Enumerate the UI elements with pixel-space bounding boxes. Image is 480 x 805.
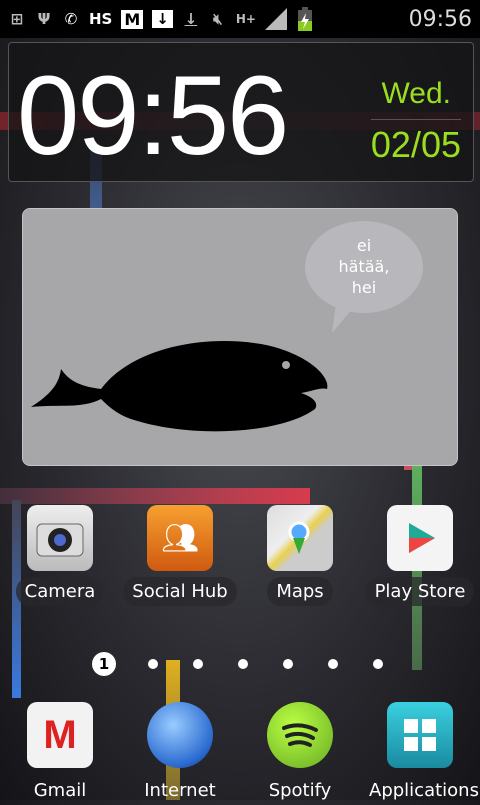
maps-icon <box>267 505 333 571</box>
clock-day: Wed. <box>381 77 451 110</box>
speech-bubble: ei hätää, hei <box>305 221 423 313</box>
mute-icon: 🔇︎ <box>213 10 223 28</box>
clock-time: 09:56 <box>17 53 289 178</box>
page-dot[interactable] <box>328 659 338 669</box>
usb-icon: Ψ <box>37 10 51 28</box>
dock-label: Gmail <box>33 780 87 801</box>
dock-internet[interactable]: Internet <box>120 702 240 805</box>
app-label: Camera <box>15 577 105 606</box>
app-label: Play Store <box>365 577 475 606</box>
page-dot[interactable] <box>193 659 203 669</box>
app-label: Maps <box>267 577 333 606</box>
dock-spotify[interactable]: Spotify <box>240 702 360 805</box>
hs-icon: HS <box>89 10 113 28</box>
page-indicator[interactable]: 1 <box>92 652 418 676</box>
gmail-icon: M <box>121 6 144 32</box>
bubble-line: hei <box>351 278 377 297</box>
app-social-hub[interactable]: 👥︎ Social Hub <box>120 505 240 606</box>
whale-icon <box>31 341 328 432</box>
clock-widget[interactable]: 09:56 Wed. 02/05 <box>8 42 474 182</box>
app-maps[interactable]: Maps <box>240 505 360 606</box>
download-icon: ↓ <box>184 10 198 28</box>
notification-plus-icon: ⊞ <box>10 10 24 28</box>
dock-label: Internet <box>144 780 216 801</box>
applications-grid-icon <box>387 702 453 768</box>
dock-label: Spotify <box>268 780 332 801</box>
page-dot[interactable] <box>283 659 293 669</box>
page-dot[interactable] <box>373 659 383 669</box>
status-bar[interactable]: ⊞ Ψ ✆ HS M ↓ ↓ 🔇︎ H+ 09:56 <box>0 0 480 38</box>
hspa-icon: H+ <box>235 12 256 26</box>
page-dot[interactable] <box>238 659 248 669</box>
globe-icon <box>147 702 213 768</box>
spotify-icon <box>267 702 333 768</box>
camera-icon <box>27 505 93 571</box>
app-camera[interactable]: Camera <box>0 505 120 606</box>
whale-widget[interactable]: ei hätää, hei <box>22 208 458 466</box>
status-time: 09:56 <box>408 6 472 32</box>
dock-gmail[interactable]: M Gmail <box>0 702 120 805</box>
page-dot-current[interactable]: 1 <box>92 652 116 676</box>
dock-applications[interactable]: Applications <box>360 702 480 805</box>
clock-date: 02/05 <box>370 119 461 166</box>
app-label: Social Hub <box>123 577 237 606</box>
bubble-line: ei <box>356 236 372 255</box>
page-dot[interactable] <box>148 659 158 669</box>
bubble-line: hätää, <box>338 257 390 276</box>
signal-icon <box>264 6 287 32</box>
social-hub-icon: 👥︎ <box>147 505 213 571</box>
wallpaper-streak <box>0 488 310 504</box>
store-download-icon: ↓ <box>152 6 173 32</box>
app-play-store[interactable]: Play Store <box>360 505 480 606</box>
dock-label: Applications <box>369 780 479 801</box>
battery-charging-icon <box>296 6 314 32</box>
call-forward-icon: ✆ <box>64 10 78 28</box>
play-store-icon <box>387 505 453 571</box>
gmail-icon: M <box>27 702 93 768</box>
